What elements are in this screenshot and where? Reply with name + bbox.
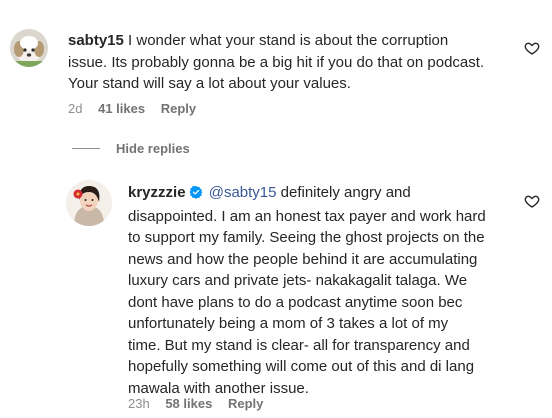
reply-line: unfortunately being a mom of 3 takes a l… <box>128 315 449 332</box>
like-heart-icon[interactable] <box>524 193 540 209</box>
reply-line: mawala with another issue. <box>128 379 309 397</box>
reply-username[interactable]: kryzzzie <box>128 184 186 201</box>
hide-replies-label: Hide replies <box>116 140 190 156</box>
reply-line: news and how the people behind it are ac… <box>128 250 478 268</box>
comment-username[interactable]: sabty15 <box>68 32 124 49</box>
reply-mention[interactable]: @sabty15 <box>209 184 277 201</box>
comment-likes[interactable]: 41 likes <box>98 101 145 116</box>
comment-meta: 2d 41 likes Reply <box>68 101 208 116</box>
reply-comment: kryzzzie @sabty15 definitely angry and d… <box>0 170 552 418</box>
comment-line: issue. Its probably gonna be a big hit i… <box>68 53 485 71</box>
comment: sabty15 I wonder what your stand is abou… <box>0 0 552 130</box>
reply-reply-button[interactable]: Reply <box>228 396 263 411</box>
reply-line: dont have plans to do a podcast anytime … <box>128 293 463 311</box>
comment-reply-button[interactable]: Reply <box>161 101 196 116</box>
reply-meta: 23h 58 likes Reply <box>128 396 275 411</box>
comment-line: I wonder what your stand is about the co… <box>128 32 449 49</box>
verified-badge-icon <box>189 184 203 206</box>
reply-likes[interactable]: 58 likes <box>165 396 212 411</box>
reply-line: time. But my stand is clear- all for tra… <box>128 336 470 354</box>
reply-text: kryzzzie @sabty15 definitely angry and d… <box>128 182 518 399</box>
reply-line: definitely angry and <box>280 184 411 201</box>
avatar[interactable] <box>66 180 112 226</box>
like-heart-icon[interactable] <box>524 40 540 56</box>
reply-line: to support my family. Seeing the ghost p… <box>128 229 485 246</box>
hide-replies-divider <box>72 147 100 149</box>
comment-time: 2d <box>68 101 83 116</box>
reply-line: disappointed. I am an honest tax payer a… <box>128 207 486 225</box>
comment-text: sabty15 I wonder what your stand is abou… <box>68 30 528 95</box>
woman-with-flower-avatar-icon <box>66 180 112 226</box>
comment-line: Your stand will say a lot about your val… <box>68 75 351 92</box>
dog-avatar-icon <box>10 29 48 67</box>
hide-replies-button[interactable]: Hide replies <box>72 138 190 158</box>
reply-line: hopefully something will come out of thi… <box>128 358 475 375</box>
reply-line: luxury cars and private jets- nakakagali… <box>128 272 468 289</box>
reply-time: 23h <box>128 396 150 411</box>
avatar[interactable] <box>10 29 48 67</box>
